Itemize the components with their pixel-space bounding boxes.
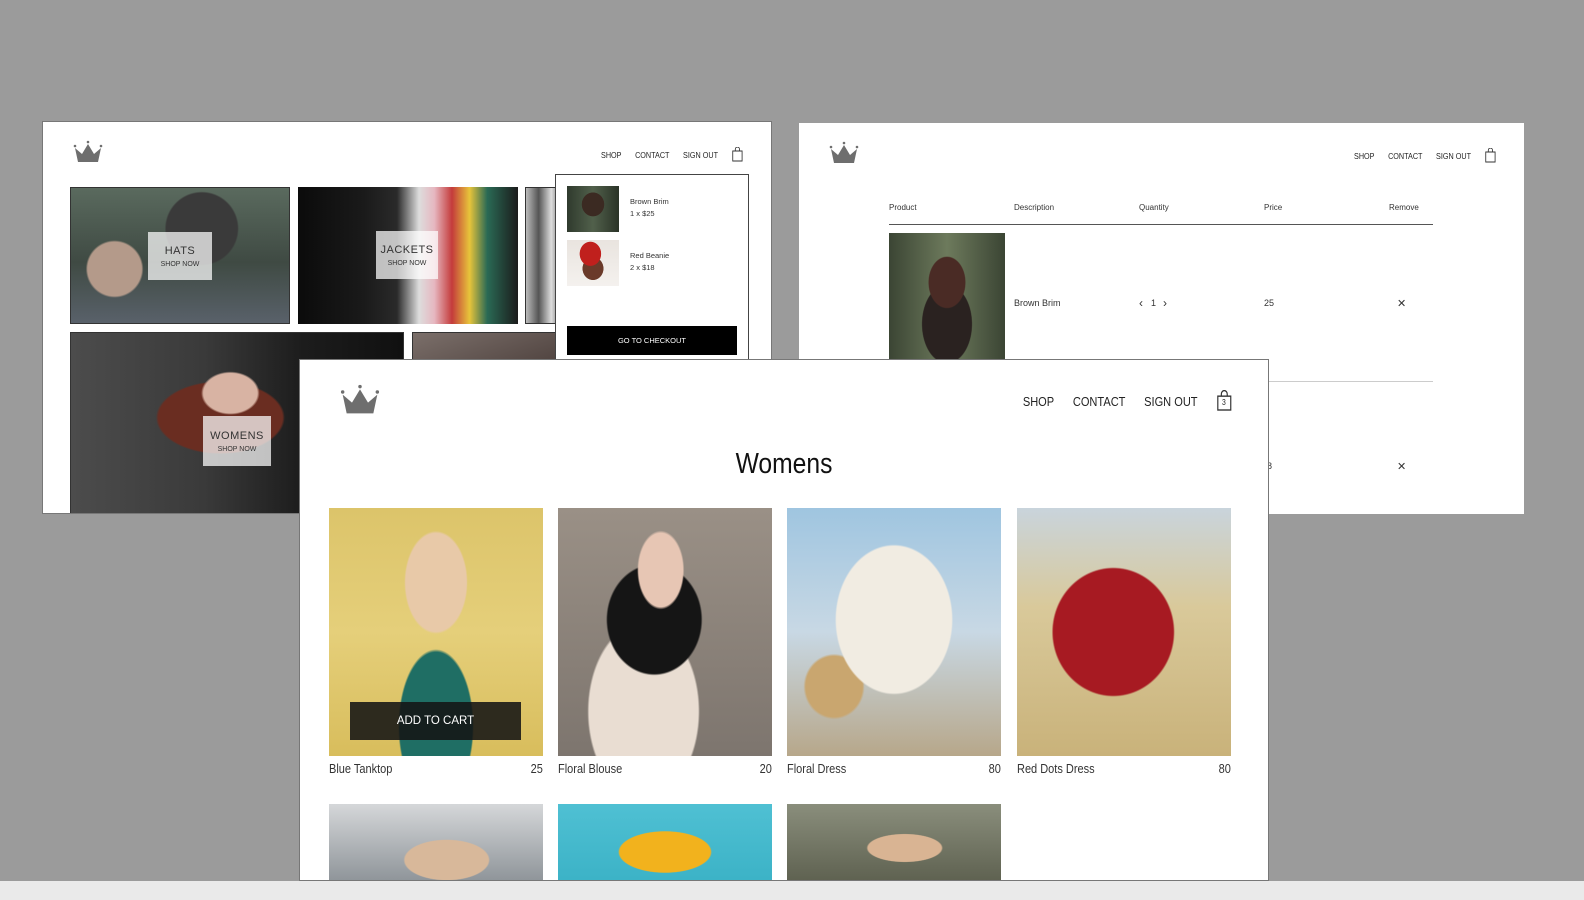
- product-name: Blue Tanktop: [329, 762, 393, 776]
- nav-contact[interactable]: CONTACT: [1073, 394, 1126, 409]
- product-image: [558, 804, 772, 880]
- go-to-checkout-button[interactable]: GO TO CHECKOUT: [567, 326, 737, 355]
- shop-womens-window: SHOP CONTACT SIGN OUT 3 Womens ADD TO CA…: [299, 359, 1269, 881]
- tile-subtitle: SHOP NOW: [160, 260, 200, 268]
- brown-brim-thumbnail: [567, 186, 619, 232]
- crown-logo-icon[interactable]: [73, 140, 103, 164]
- cart-item-qty-price: 2 x $18: [630, 263, 655, 272]
- cart-item-name: Brown Brim: [630, 197, 669, 206]
- crown-logo-icon[interactable]: [340, 384, 380, 416]
- cart-count: 3: [1222, 398, 1227, 407]
- product-card[interactable]: Floral Blouse 20: [558, 508, 772, 776]
- tile-label: WOMENS SHOP NOW: [203, 416, 271, 466]
- product-image: [787, 804, 1001, 880]
- red-beanie-thumbnail: [567, 240, 619, 286]
- product-image: [329, 804, 543, 880]
- red-dots-dress-image: [1017, 508, 1231, 756]
- product-card[interactable]: Floral Dress 80: [787, 508, 1001, 776]
- increase-quantity-icon[interactable]: ›: [1163, 296, 1167, 310]
- item-price: 25: [1264, 298, 1275, 308]
- product-card[interactable]: [558, 804, 772, 880]
- top-nav: SHOP CONTACT SIGN OUT 3: [1023, 390, 1232, 412]
- item-description: Brown Brim: [1014, 298, 1061, 308]
- nav-shop[interactable]: SHOP: [1023, 394, 1054, 409]
- shopping-bag-icon[interactable]: 3: [1217, 390, 1232, 412]
- decrease-quantity-icon[interactable]: ‹: [1139, 296, 1143, 310]
- product-card[interactable]: ADD TO CART Blue Tanktop 25: [329, 508, 543, 776]
- nav-sign-out[interactable]: SIGN OUT: [1436, 151, 1471, 161]
- category-tile-jackets[interactable]: JACKETS SHOP NOW: [298, 187, 518, 324]
- category-tile-hats[interactable]: HATS SHOP NOW: [70, 187, 290, 324]
- crown-logo-icon[interactable]: [829, 141, 859, 165]
- nav-sign-out[interactable]: SIGN OUT: [683, 150, 718, 160]
- checkout-header: Product Description Quantity Price Remov…: [889, 203, 1433, 225]
- shopping-bag-icon[interactable]: [1485, 148, 1496, 163]
- product-card[interactable]: [787, 804, 1001, 880]
- tile-label: HATS SHOP NOW: [148, 232, 212, 280]
- tile-title: WOMENS: [210, 429, 264, 442]
- tile-label: JACKETS SHOP NOW: [376, 231, 438, 279]
- top-nav: SHOP CONTACT SIGN OUT: [601, 147, 743, 162]
- tile-title: HATS: [164, 244, 196, 257]
- nav-contact[interactable]: CONTACT: [635, 150, 669, 160]
- nav-shop[interactable]: SHOP: [601, 150, 621, 160]
- header-price: Price: [1264, 203, 1283, 212]
- remove-item-icon[interactable]: ✕: [1397, 297, 1406, 310]
- cart-dropdown: Brown Brim 1 x $25 Red Beanie 2 x $18 GO…: [555, 174, 749, 374]
- product-price: 80: [1218, 762, 1231, 776]
- cart-item-qty-price: 1 x $25: [630, 209, 655, 218]
- header-quantity: Quantity: [1139, 203, 1169, 212]
- cart-item-name: Red Beanie: [630, 251, 670, 260]
- product-price: 20: [759, 762, 772, 776]
- product-name: Floral Dress: [787, 762, 847, 776]
- product-price: 25: [530, 762, 543, 776]
- nav-shop[interactable]: SHOP: [1354, 151, 1374, 161]
- checkout-item-row: Brown Brim ‹ 1 › 25 ✕: [889, 233, 1433, 373]
- product-card[interactable]: Red Dots Dress 80: [1017, 508, 1231, 776]
- add-to-cart-button[interactable]: ADD TO CART: [350, 702, 521, 740]
- header-product: Product: [889, 203, 917, 212]
- brown-brim-image: [889, 233, 1005, 363]
- tile-title: JACKETS: [380, 243, 434, 256]
- product-meta: Blue Tanktop 25: [329, 762, 543, 776]
- cart-item-text: Brown Brim 1 x $25: [630, 196, 669, 220]
- remove-item-icon[interactable]: ✕: [1397, 460, 1406, 473]
- bottom-bar: [0, 881, 1584, 900]
- header-remove: Remove: [1389, 203, 1419, 212]
- product-name: Floral Blouse: [558, 762, 623, 776]
- product-meta: Floral Blouse 20: [558, 762, 772, 776]
- floral-blouse-image: [558, 508, 772, 756]
- product-meta: Floral Dress 80: [787, 762, 1001, 776]
- nav-contact[interactable]: CONTACT: [1388, 151, 1422, 161]
- product-meta: Red Dots Dress 80: [1017, 762, 1231, 776]
- tile-subtitle: SHOP NOW: [217, 445, 257, 453]
- floral-dress-image: [787, 508, 1001, 756]
- cart-dropdown-item: Brown Brim 1 x $25: [567, 186, 669, 232]
- item-quantity: 1: [1151, 298, 1157, 308]
- cart-dropdown-item: Red Beanie 2 x $18: [567, 240, 669, 286]
- page-title: Womens: [735, 448, 833, 480]
- top-nav: SHOP CONTACT SIGN OUT: [1354, 148, 1496, 163]
- tile-subtitle: SHOP NOW: [387, 259, 427, 267]
- nav-sign-out[interactable]: SIGN OUT: [1145, 394, 1198, 409]
- header-description: Description: [1014, 203, 1055, 212]
- cart-item-text: Red Beanie 2 x $18: [630, 250, 669, 274]
- product-card[interactable]: [329, 804, 543, 880]
- blue-tanktop-image: ADD TO CART: [329, 508, 543, 756]
- shopping-bag-icon[interactable]: [732, 147, 743, 162]
- product-name: Red Dots Dress: [1017, 762, 1095, 776]
- product-price: 80: [988, 762, 1001, 776]
